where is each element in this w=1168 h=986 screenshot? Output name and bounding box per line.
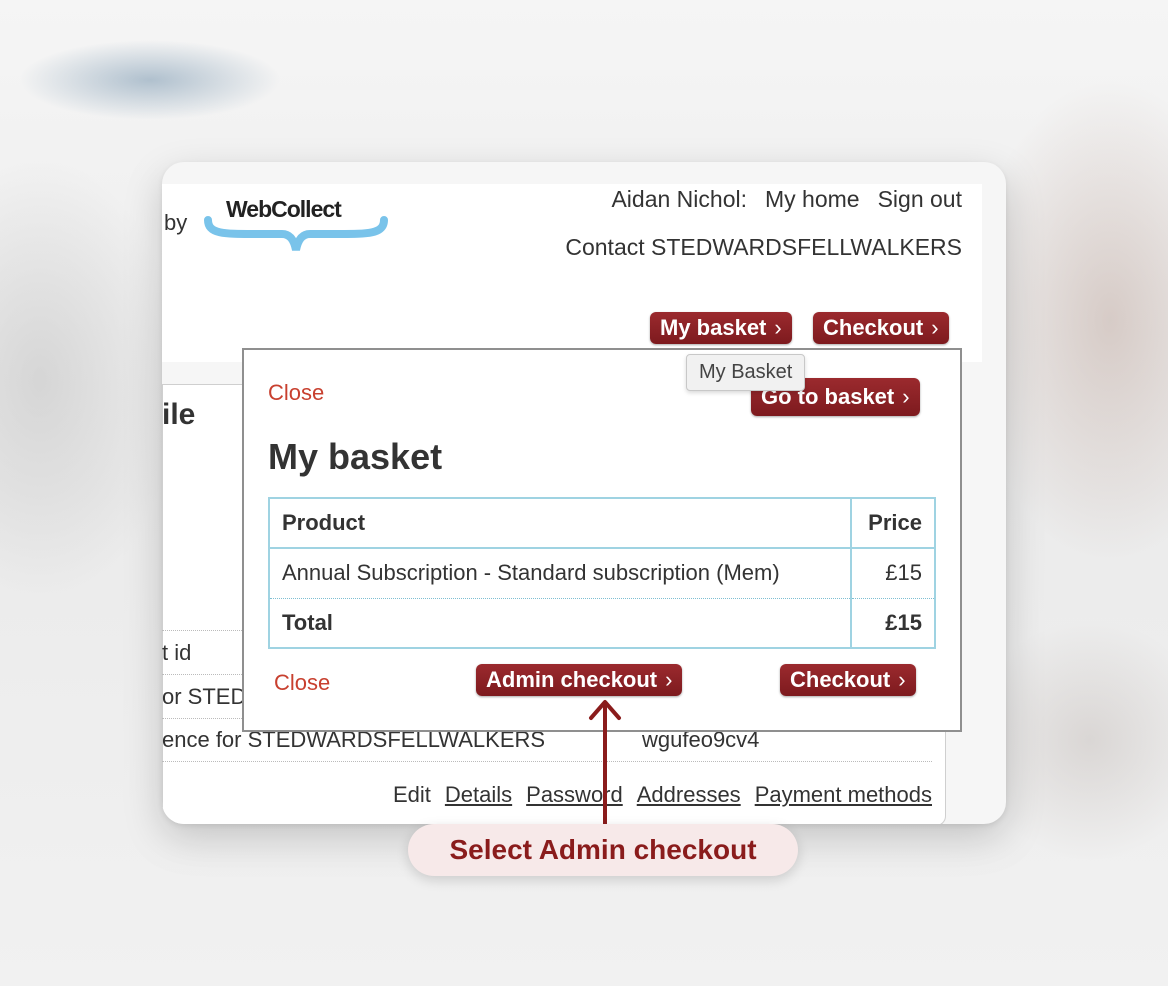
modal-title: My basket <box>268 436 443 477</box>
price-header: Price <box>850 498 935 549</box>
details-link[interactable]: Details <box>445 782 512 808</box>
admin-checkout-label: Admin checkout <box>486 667 658 692</box>
edit-label: Edit <box>392 782 431 807</box>
logo-brace-icon <box>204 216 388 251</box>
profile-row-label: or STED <box>162 683 247 709</box>
price-cell: £15 <box>850 548 935 599</box>
modal-checkout-button[interactable]: Checkout › <box>780 664 916 696</box>
chevron-right-icon: › <box>665 667 673 692</box>
user-name: Aidan Nichol: <box>611 186 747 212</box>
my-basket-tooltip: My Basket <box>686 354 806 391</box>
webcollect-logo[interactable]: WebCollect <box>204 192 388 262</box>
header-my-basket-label: My basket <box>660 315 767 340</box>
chevron-right-icon: › <box>902 384 910 409</box>
contact-link[interactable]: Contact STEDWARDSFELLWALKERS <box>565 234 962 261</box>
payment-methods-link[interactable]: Payment methods <box>755 782 932 808</box>
my-home-link[interactable]: My home <box>765 186 860 213</box>
annotation-arrow-icon <box>589 700 621 828</box>
site-header: by WebCollect Aidan Nichol: My home Sign… <box>162 184 982 362</box>
close-link-top[interactable]: Close <box>268 380 324 406</box>
powered-by-text: by <box>164 210 188 235</box>
screenshot-card: by WebCollect Aidan Nichol: My home Sign… <box>162 162 1006 824</box>
close-link-bottom[interactable]: Close <box>274 670 330 696</box>
basket-table: Product Price Annual Subscription - Stan… <box>268 497 936 649</box>
total-value: £15 <box>850 598 935 648</box>
header-my-basket-button[interactable]: My basket › <box>650 312 792 344</box>
edit-links: Edit Details Password Addresses Payment … <box>393 782 932 808</box>
annotation-callout: Select Admin checkout <box>408 824 798 876</box>
sign-out-link[interactable]: Sign out <box>878 186 962 213</box>
product-cell: Annual Subscription - Standard subscript… <box>269 548 851 599</box>
user-nav: Aidan Nichol: My home Sign out <box>611 186 962 213</box>
table-header-row: Product Price <box>269 498 935 549</box>
admin-checkout-button[interactable]: Admin checkout › <box>476 664 683 696</box>
chevron-right-icon: › <box>931 315 939 340</box>
chevron-right-icon: › <box>898 667 906 692</box>
basket-modal: Close Go to basket › My Basket My basket… <box>242 348 962 732</box>
profile-row-label: t id <box>162 639 192 665</box>
addresses-link[interactable]: Addresses <box>637 782 741 808</box>
modal-checkout-label: Checkout <box>790 667 891 692</box>
table-row: Annual Subscription - Standard subscript… <box>269 548 935 599</box>
header-checkout-button[interactable]: Checkout › <box>813 312 949 344</box>
product-header: Product <box>269 498 851 549</box>
total-row: Total £15 <box>269 598 935 648</box>
chevron-right-icon: › <box>774 315 782 340</box>
header-checkout-label: Checkout <box>823 315 924 340</box>
page-title: ile <box>162 398 196 431</box>
total-label: Total <box>282 609 333 635</box>
